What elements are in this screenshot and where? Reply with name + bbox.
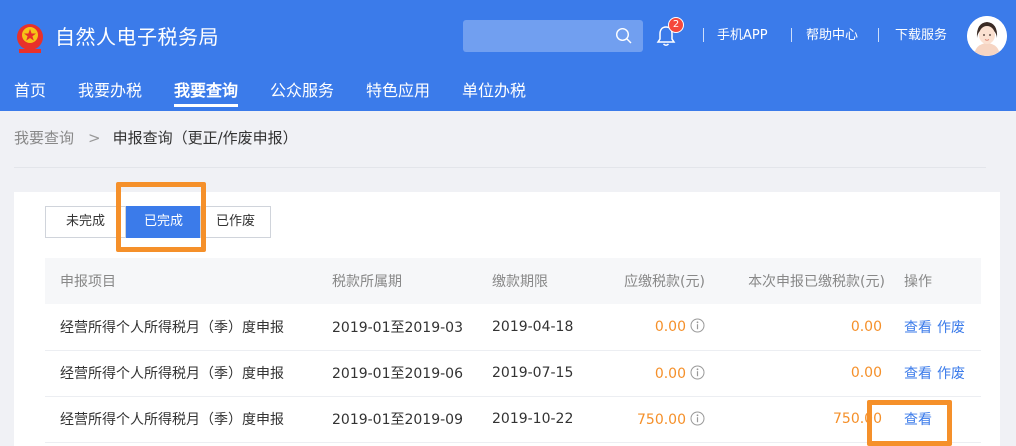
site-title: 自然人电子税务局 — [55, 25, 219, 49]
tax-due-value: 0.00 — [654, 365, 686, 382]
nav-active-indicator — [174, 104, 238, 107]
column-header: 本次申报已缴税款(元) — [705, 258, 885, 304]
cell-actions: 查看 作废 — [885, 304, 981, 351]
breadcrumb: 我要查询 > 申报查询（更正/作废申报） — [14, 127, 298, 149]
table-row: 经营所得个人所得税月（季）度申报 2019-01至2019-09 2019-10… — [45, 396, 981, 443]
cell-actions: 查看 作废 — [885, 350, 981, 397]
column-header: 缴款期限 — [483, 258, 588, 304]
cell-actions: 查看 — [885, 396, 981, 443]
mobile-app-link[interactable]: 手机APP — [717, 26, 768, 46]
cell-tax-due: 0.00 — [588, 304, 705, 351]
table-header-row: 申报项目 税款所属期 缴款期限 应缴税款(元) 本次申报已缴税款(元) 操作 — [45, 258, 981, 304]
void-link[interactable]: 作废 — [937, 320, 965, 336]
tax-emblem-icon — [17, 24, 43, 53]
cell-item: 经营所得个人所得税月（季）度申报 — [45, 304, 318, 351]
tab-completed[interactable]: 已完成 — [126, 206, 201, 238]
view-link[interactable]: 查看 — [904, 366, 932, 382]
cell-deadline: 2019-04-18 — [483, 304, 588, 351]
column-header: 操作 — [885, 258, 981, 304]
table-row: 经营所得个人所得税月（季）度申报 2019-01至2019-03 2019-04… — [45, 304, 981, 351]
nav-unit-tax[interactable]: 单位办税 — [462, 79, 526, 103]
info-icon[interactable] — [690, 411, 705, 426]
column-header: 税款所属期 — [318, 258, 483, 304]
search-input[interactable] — [463, 20, 643, 52]
cell-paid: 0.00 — [705, 304, 885, 351]
cell-period: 2019-01至2019-09 — [318, 396, 483, 443]
cell-paid: 0.00 — [705, 350, 885, 397]
divider — [14, 167, 986, 168]
nav-my-tax[interactable]: 我要办税 — [78, 79, 142, 103]
user-avatar[interactable] — [967, 16, 1007, 56]
table-row: 经营所得个人所得税月（季）度申报 2019-01至2019-06 2019-07… — [45, 350, 981, 397]
info-icon[interactable] — [690, 365, 705, 380]
void-link[interactable]: 作废 — [937, 366, 965, 382]
breadcrumb-current: 申报查询（更正/作废申报） — [112, 129, 298, 147]
cell-deadline: 2019-10-22 — [483, 396, 588, 443]
cell-paid: 750.00 — [705, 396, 885, 443]
tab-voided[interactable]: 已作废 — [200, 206, 271, 238]
nav-special-apps[interactable]: 特色应用 — [366, 79, 430, 103]
nav-home[interactable]: 首页 — [14, 79, 46, 103]
view-link[interactable]: 查看 — [904, 320, 932, 336]
user-avatar-icon — [967, 16, 1007, 56]
nav-public-service[interactable]: 公众服务 — [270, 79, 334, 103]
cell-deadline: 2019-07-15 — [483, 350, 588, 397]
cell-item: 经营所得个人所得税月（季）度申报 — [45, 396, 318, 443]
help-center-link[interactable]: 帮助中心 — [806, 26, 858, 46]
cell-tax-due: 0.00 — [588, 350, 705, 397]
tab-incomplete[interactable]: 未完成 — [45, 206, 126, 238]
column-header: 应缴税款(元) — [588, 258, 705, 304]
top-header: 自然人电子税务局 2 手机APP 帮助中心 下载服务 首页 我要办税 我要查询 … — [0, 0, 1016, 111]
cell-period: 2019-01至2019-06 — [318, 350, 483, 397]
header-divider — [878, 28, 879, 42]
header-divider — [703, 28, 704, 42]
tax-due-value: 750.00 — [637, 411, 686, 428]
nav-my-query[interactable]: 我要查询 — [174, 79, 238, 103]
tax-due-value: 0.00 — [654, 319, 686, 336]
download-service-link[interactable]: 下载服务 — [895, 26, 947, 46]
notification-badge: 2 — [668, 17, 684, 33]
info-icon[interactable] — [690, 318, 705, 333]
cell-item: 经营所得个人所得税月（季）度申报 — [45, 350, 318, 397]
column-header: 申报项目 — [45, 258, 318, 304]
header-divider — [791, 28, 792, 42]
cell-tax-due: 750.00 — [588, 396, 705, 443]
view-link[interactable]: 查看 — [904, 412, 932, 428]
search-icon[interactable] — [615, 27, 633, 45]
breadcrumb-separator-icon: > — [88, 129, 101, 147]
breadcrumb-parent[interactable]: 我要查询 — [14, 129, 74, 147]
cell-period: 2019-01至2019-03 — [318, 304, 483, 351]
declaration-table: 申报项目 税款所属期 缴款期限 应缴税款(元) 本次申报已缴税款(元) 操作 经… — [45, 258, 981, 443]
